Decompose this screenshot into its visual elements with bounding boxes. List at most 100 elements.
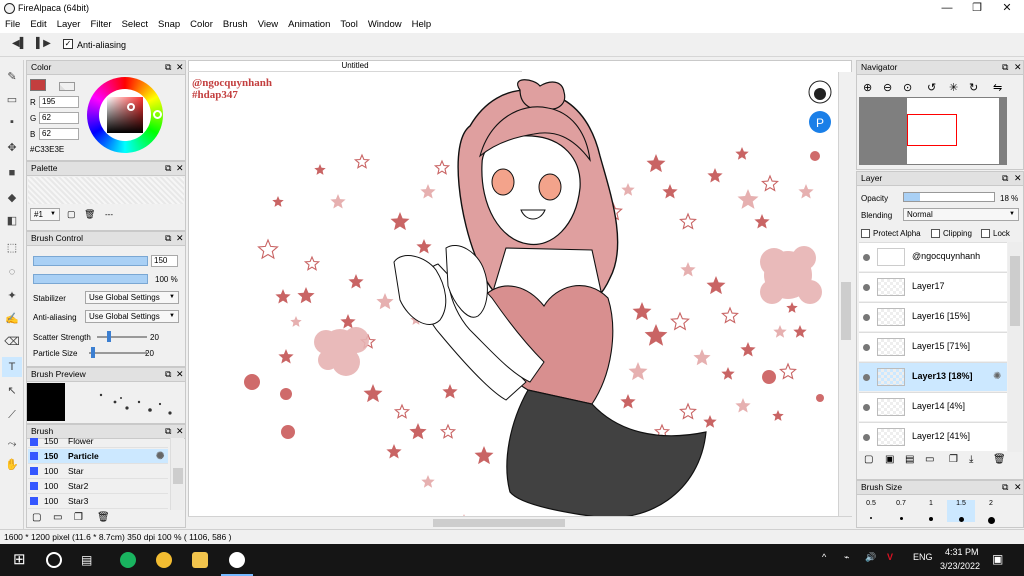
- flip-icon[interactable]: ⇋: [993, 81, 1002, 94]
- wifi-icon[interactable]: ⌁: [844, 552, 849, 563]
- artwork[interactable]: P @ngocquynhanh #hdap347: [188, 72, 838, 516]
- menu-help[interactable]: Help: [407, 17, 437, 33]
- panel-detach-icon[interactable]: ⧉: [165, 425, 171, 438]
- volume-icon[interactable]: 🔊: [865, 552, 876, 563]
- brush-item[interactable]: 100 Star: [28, 464, 168, 479]
- menu-animation[interactable]: Animation: [283, 17, 335, 33]
- particle-size-track[interactable]: [89, 352, 147, 354]
- v-tray-icon[interactable]: V: [887, 552, 893, 562]
- rotate-right-icon[interactable]: ↻: [969, 81, 978, 94]
- brush-opacity-slider[interactable]: [33, 274, 148, 284]
- brush-size-cell[interactable]: 0.7: [887, 500, 915, 520]
- rotate-left-icon[interactable]: ↺: [927, 81, 936, 94]
- fill-tool-icon[interactable]: ■: [2, 163, 22, 183]
- brush-list-scrollbar[interactable]: [170, 438, 184, 510]
- close-button[interactable]: ✕: [992, 0, 1022, 17]
- maximize-button[interactable]: ❐: [962, 0, 992, 17]
- panel-close-icon[interactable]: ✕: [176, 61, 184, 74]
- zoom-in-icon[interactable]: ⊕: [863, 81, 872, 94]
- trash-icon[interactable]: 🗑: [84, 209, 95, 220]
- layer-row-active[interactable]: Layer13 [18%] ✺: [859, 362, 1007, 391]
- folder-icon[interactable]: ▭: [925, 454, 934, 465]
- menu-color[interactable]: Color: [185, 17, 218, 33]
- navigator-preview[interactable]: [859, 97, 1007, 165]
- bucket-tool-icon[interactable]: ◆: [2, 188, 22, 208]
- layer-visibility-icon[interactable]: [863, 284, 870, 291]
- eyedropper-tool-icon[interactable]: ⤳: [2, 434, 22, 454]
- scatter-strength-track[interactable]: [97, 336, 147, 338]
- g-field[interactable]: 62: [39, 112, 79, 124]
- zoom-reset-icon[interactable]: ⊙: [903, 81, 912, 94]
- layer-visibility-icon[interactable]: [863, 404, 870, 411]
- layer-row[interactable]: Layer12 [41%]: [859, 422, 1007, 451]
- panel-detach-icon[interactable]: ⧉: [165, 61, 171, 74]
- folder-icon[interactable]: ▭: [53, 512, 62, 523]
- merge-icon[interactable]: ⤓: [969, 454, 973, 465]
- select-tool-icon[interactable]: ⬚: [2, 238, 22, 258]
- panel-close-icon[interactable]: ✕: [176, 232, 184, 245]
- panel-detach-icon[interactable]: ⧉: [1002, 481, 1008, 494]
- panel-close-icon[interactable]: ✕: [1014, 61, 1022, 74]
- brush-list-scroll-thumb[interactable]: [173, 468, 183, 484]
- move-tool-icon[interactable]: ✥: [2, 138, 22, 158]
- color-wheel[interactable]: [87, 77, 163, 153]
- brush-size-cell-active[interactable]: 1.5: [947, 500, 975, 522]
- browser-icon[interactable]: [120, 552, 136, 568]
- panel-detach-icon[interactable]: ⧉: [165, 162, 171, 175]
- canvas-horizontal-scrollbar[interactable]: [188, 516, 852, 528]
- brush-anti-aliasing-select[interactable]: Use Global Settings: [85, 310, 179, 323]
- eraser-tool-icon[interactable]: ▭: [2, 90, 22, 110]
- layer-visibility-icon[interactable]: [863, 374, 870, 381]
- brush-size-cell[interactable]: 2: [977, 500, 1005, 524]
- notifications-icon[interactable]: ▣: [992, 552, 1003, 566]
- select-eraser-tool-icon[interactable]: ⌫: [2, 332, 22, 352]
- layer-list-scroll-thumb[interactable]: [1010, 256, 1020, 326]
- task-view-icon[interactable]: ▤: [81, 552, 97, 568]
- canvas-horizontal-scroll-thumb[interactable]: [433, 519, 565, 527]
- new-layer-icon[interactable]: ▢: [864, 454, 873, 465]
- layer-row[interactable]: Layer14 [4%]: [859, 392, 1007, 421]
- divide-tool-icon[interactable]: ⟋: [2, 405, 22, 425]
- rotate-reset-icon[interactable]: ✳: [949, 81, 958, 94]
- panel-close-icon[interactable]: ✕: [1014, 481, 1022, 494]
- select-pen-tool-icon[interactable]: ✍: [2, 309, 22, 329]
- next-icon[interactable]: ▌▶: [36, 38, 51, 49]
- lock-checkbox[interactable]: [981, 229, 990, 238]
- menu-edit[interactable]: Edit: [25, 17, 51, 33]
- panel-detach-icon[interactable]: ⧉: [1002, 61, 1008, 74]
- canvas-vertical-scrollbar[interactable]: [838, 72, 852, 516]
- saturation-square[interactable]: [107, 97, 143, 133]
- panel-close-icon[interactable]: ✕: [176, 425, 184, 438]
- panel-close-icon[interactable]: ✕: [176, 162, 184, 175]
- layer-row[interactable]: @ngocquynhanh: [859, 242, 1007, 271]
- panel-close-icon[interactable]: ✕: [176, 368, 184, 381]
- layer-row[interactable]: Layer15 [71%]: [859, 332, 1007, 361]
- operation-tool-icon[interactable]: ↖: [2, 381, 22, 401]
- tray-chevron-icon[interactable]: ^: [822, 552, 826, 562]
- scatter-strength-handle[interactable]: [107, 331, 111, 342]
- menu-brush[interactable]: Brush: [218, 17, 253, 33]
- lasso-tool-icon[interactable]: ◌: [2, 262, 22, 282]
- new-brush-icon[interactable]: ▢: [32, 512, 41, 523]
- hand-tool-icon[interactable]: ✋: [2, 455, 22, 475]
- panel-detach-icon[interactable]: ⧉: [165, 368, 171, 381]
- firealpaca-taskbar-icon[interactable]: [229, 552, 245, 568]
- layer-visibility-icon[interactable]: [863, 254, 870, 261]
- layer-row[interactable]: Layer17: [859, 272, 1007, 301]
- brush-item[interactable]: 100 Star2: [28, 479, 168, 494]
- windows-start-icon[interactable]: ⊞: [13, 552, 29, 568]
- primary-color-swatch[interactable]: [30, 79, 46, 91]
- menu-tool[interactable]: Tool: [335, 17, 362, 33]
- menu-view[interactable]: View: [253, 17, 283, 33]
- text-tool-icon[interactable]: T: [2, 357, 22, 377]
- secondary-color-swatch[interactable]: [59, 82, 75, 91]
- brush-size-cell[interactable]: 0.5: [857, 500, 885, 519]
- b-field[interactable]: 62: [39, 128, 79, 140]
- layer-opacity-slider[interactable]: [903, 192, 995, 202]
- trash-icon[interactable]: 🗑: [993, 454, 1006, 465]
- stabilizer-select[interactable]: Use Global Settings: [85, 291, 179, 304]
- menu-layer[interactable]: Layer: [52, 17, 86, 33]
- brush-item[interactable]: 100 Star3: [28, 494, 168, 509]
- new-1bit-layer-icon[interactable]: ▤: [905, 454, 914, 465]
- panel-detach-icon[interactable]: ⧉: [1002, 172, 1008, 185]
